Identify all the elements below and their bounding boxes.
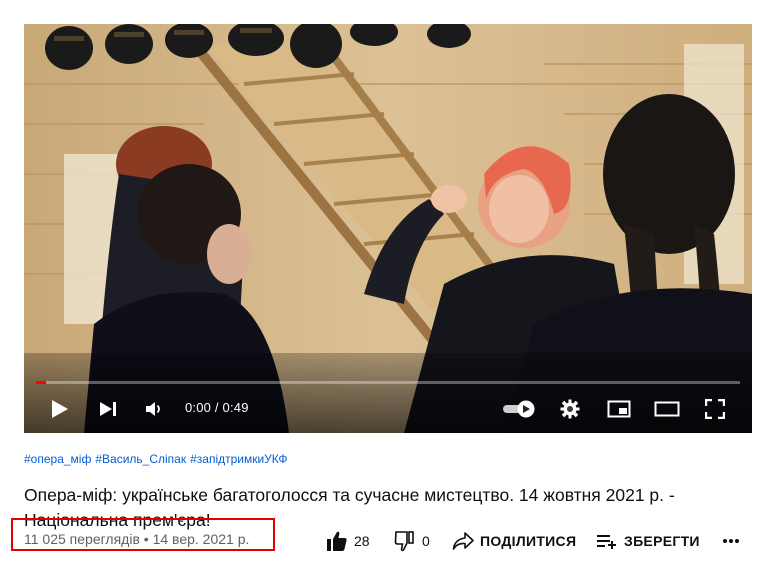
video-player[interactable]: 0:00 / 0:49 (24, 24, 752, 433)
play-button[interactable] (48, 396, 72, 422)
hashtag-link[interactable]: #опера_міф (24, 452, 91, 466)
autoplay-toggle-icon (503, 400, 535, 418)
time-current: 0:00 (185, 400, 212, 415)
hashtag-list: #опера_міф #Василь_Сліпак #запідтримкиУКФ (24, 452, 292, 466)
like-button[interactable]: 28 (326, 528, 370, 554)
save-playlist-icon (597, 535, 616, 549)
dislike-icon (394, 531, 414, 552)
share-label: ПОДІЛИТИСЯ (480, 533, 577, 549)
view-count: 11 025 переглядів (24, 531, 140, 547)
next-button[interactable] (96, 396, 120, 422)
like-count: 28 (354, 533, 370, 549)
miniplayer-icon (607, 400, 631, 418)
dislike-count: 0 (422, 533, 430, 549)
time-display: 0:00 / 0:49 (185, 400, 249, 415)
play-icon (52, 400, 68, 418)
progress-bar[interactable] (36, 381, 740, 384)
controls-gradient (24, 353, 752, 433)
next-icon (100, 402, 116, 416)
save-label: ЗБЕРЕГТИ (624, 533, 700, 549)
settings-icon (560, 399, 580, 419)
meta-separator: • (143, 531, 149, 547)
progress-scrubber[interactable] (36, 381, 46, 384)
miniplayer-button[interactable] (606, 396, 632, 422)
hashtag-link[interactable]: #запідтримкиУКФ (190, 452, 287, 466)
theater-icon (654, 401, 680, 417)
share-button[interactable]: ПОДІЛИТИСЯ (452, 528, 576, 554)
theater-mode-button[interactable] (653, 396, 681, 422)
fullscreen-button[interactable] (703, 396, 727, 422)
time-total: 0:49 (222, 400, 249, 415)
like-icon (327, 531, 347, 551)
fullscreen-icon (705, 399, 725, 419)
dislike-button[interactable]: 0 (394, 528, 430, 554)
video-info: 11 025 переглядів • 14 вер. 2021 р. (24, 531, 249, 547)
more-icon (723, 539, 739, 543)
more-actions-button[interactable] (722, 528, 740, 554)
volume-button[interactable] (142, 396, 166, 422)
hashtag-link[interactable]: #Василь_Сліпак (95, 452, 186, 466)
time-separator: / (211, 400, 223, 415)
settings-button[interactable] (558, 396, 582, 422)
save-button[interactable]: ЗБЕРЕГТИ (596, 528, 700, 554)
upload-date: 14 вер. 2021 р. (152, 531, 250, 547)
autoplay-toggle[interactable] (502, 396, 538, 422)
share-icon (452, 532, 474, 550)
volume-icon (146, 402, 160, 416)
